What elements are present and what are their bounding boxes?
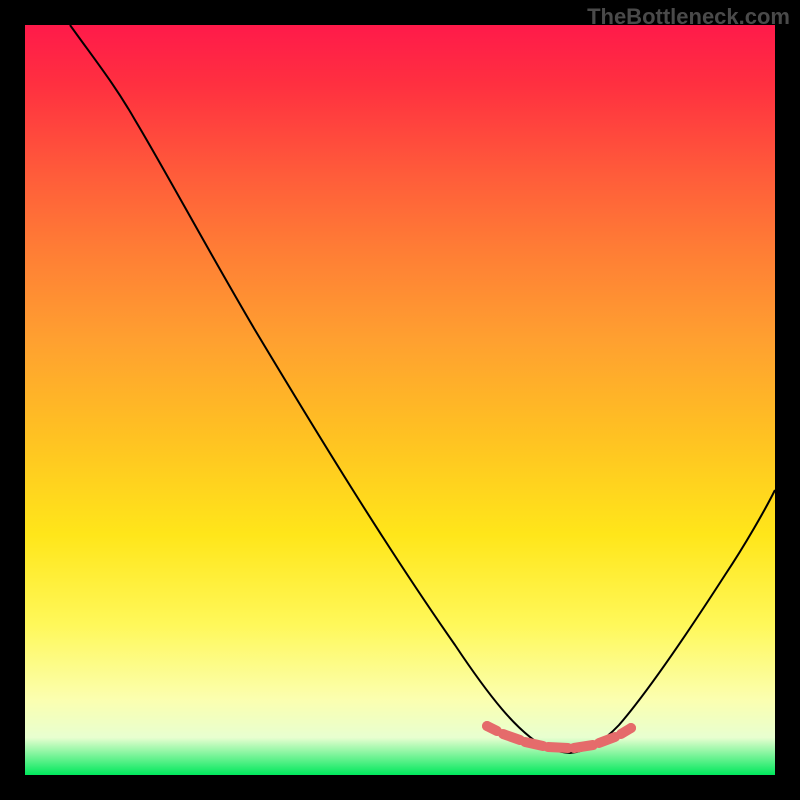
curve-layer [25, 25, 775, 775]
watermark-text: TheBottleneck.com [587, 4, 790, 30]
optimal-region-marker [482, 721, 636, 748]
bottleneck-curve [70, 25, 775, 753]
plot-area [25, 25, 775, 775]
chart-container: TheBottleneck.com [0, 0, 800, 800]
